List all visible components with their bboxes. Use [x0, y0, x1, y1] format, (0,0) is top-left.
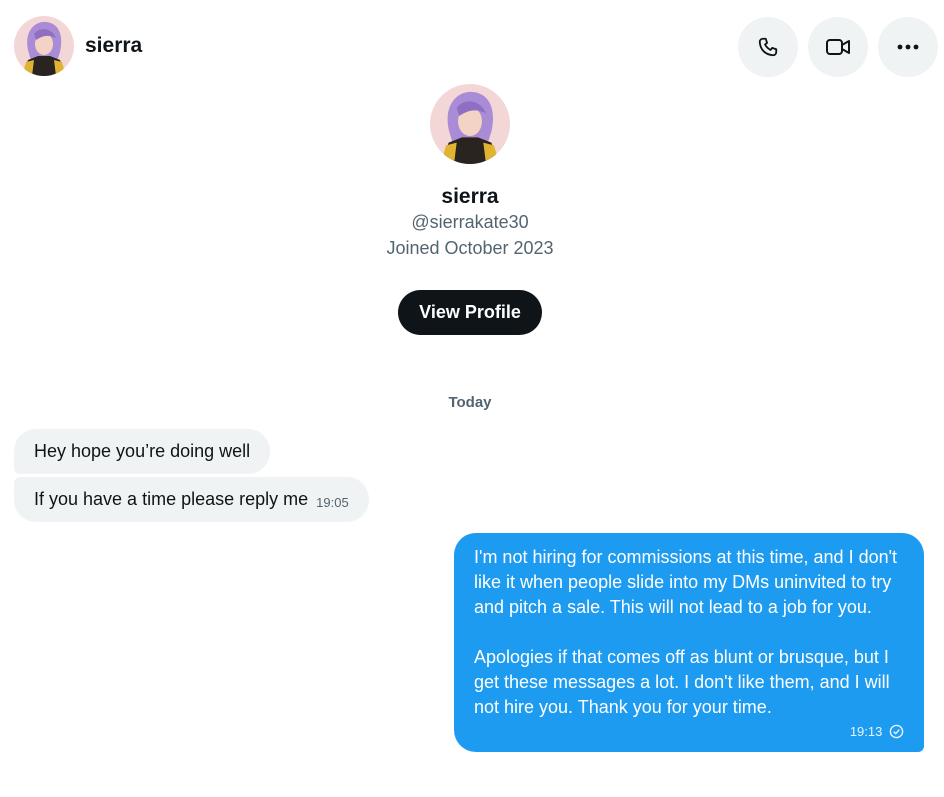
video-call-button[interactable] [808, 17, 868, 77]
profile-summary: sierra @sierrakate30 Joined October 2023… [0, 84, 940, 335]
header-avatar[interactable] [14, 16, 74, 76]
message-text: If you have a time please reply me [34, 489, 309, 509]
profile-name: sierra [441, 185, 499, 208]
message-text: Hey hope you’re doing well [34, 441, 251, 461]
view-profile-button[interactable]: View Profile [398, 290, 542, 335]
profile-avatar[interactable] [430, 84, 510, 164]
more-horizontal-icon [897, 44, 919, 50]
outgoing-message[interactable]: I'm not hiring for commissions at this t… [454, 533, 924, 752]
sent-check-icon [889, 724, 904, 739]
profile-joined-date: Joined October 2023 [386, 238, 554, 258]
message-paragraph: I'm not hiring for commissions at this t… [474, 547, 898, 617]
video-camera-icon [826, 39, 850, 55]
call-button[interactable] [738, 17, 798, 77]
profile-handle: @sierrakate30 [411, 212, 529, 232]
incoming-message[interactable]: Hey hope you’re doing well [14, 429, 271, 474]
incoming-message[interactable]: If you have a time please reply me 19:05 [14, 477, 369, 522]
message-timestamp: 19:05 [316, 495, 349, 510]
header-name[interactable]: sierra [85, 34, 142, 58]
message-meta: 19:13 [474, 722, 904, 742]
conversation-header: sierra [0, 0, 944, 96]
phone-icon [758, 37, 778, 57]
more-options-button[interactable] [878, 17, 938, 77]
day-separator: Today [448, 394, 492, 411]
message-paragraph: Apologies if that comes off as blunt or … [474, 647, 890, 717]
message-timestamp: 19:13 [849, 724, 883, 739]
